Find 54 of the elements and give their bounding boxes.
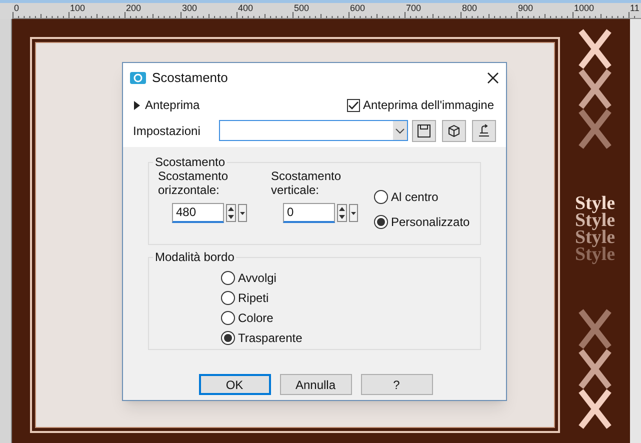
radio-button[interactable] <box>221 311 235 325</box>
radio-label: Personalizzato <box>391 214 470 230</box>
radio-button[interactable] <box>221 271 235 285</box>
ruler-label: 900 <box>518 3 534 13</box>
style-text: Style <box>574 195 616 212</box>
radio-button[interactable] <box>374 190 388 204</box>
triangle-icon <box>134 100 140 110</box>
reset-icon[interactable] <box>472 120 496 142</box>
checkbox[interactable] <box>346 98 360 112</box>
dialog-button[interactable]: Annulla <box>280 374 352 395</box>
group-title: Modalità bordo <box>153 250 236 264</box>
style-text: Style <box>574 246 616 263</box>
scrollbar[interactable] <box>630 19 641 443</box>
group-title: Scostamento <box>153 155 228 169</box>
style-text: Style <box>574 212 616 229</box>
chevron-down-icon[interactable] <box>393 121 407 140</box>
ruler-label: 100 <box>70 3 86 13</box>
window-title: Scostamento <box>152 69 229 88</box>
number-field[interactable]: 480 <box>172 203 224 223</box>
radio-button[interactable] <box>221 331 235 345</box>
dialog-button[interactable]: ? <box>360 374 432 395</box>
ruler-label: 1000 <box>574 3 594 13</box>
ruler-label: 700 <box>406 3 422 13</box>
ruler-label: 0 <box>14 3 20 13</box>
checkbox-label: Anteprima dell'immagine <box>362 97 494 114</box>
ruler-label: 11 <box>630 3 640 13</box>
radio-label: Ripeti <box>238 290 269 306</box>
radio-button[interactable] <box>221 291 235 305</box>
dropdown-caret-icon[interactable] <box>238 204 247 222</box>
dialog-button[interactable]: OK <box>198 374 270 395</box>
ruler-label: 200 <box>126 3 142 13</box>
radio-label: Colore <box>238 310 274 326</box>
spin-arrows-icon[interactable] <box>226 204 236 222</box>
radio-button[interactable] <box>374 215 388 229</box>
preview-toggle[interactable]: Anteprima <box>134 96 347 114</box>
dice-icon[interactable] <box>442 120 466 142</box>
ruler-label: 400 <box>238 3 254 13</box>
ruler-label: 300 <box>182 3 198 13</box>
ruler-label: 500 <box>294 3 310 13</box>
radio-label: Trasparente <box>238 330 302 346</box>
style-text: Style <box>574 229 616 246</box>
spin-arrows-icon[interactable] <box>337 204 347 222</box>
app-icon <box>130 71 146 85</box>
field-label: Scostamento verticale: <box>271 169 342 197</box>
dropdown-caret-icon[interactable] <box>349 204 358 222</box>
save-icon[interactable] <box>412 120 436 142</box>
radio-label: Avvolgi <box>238 270 276 286</box>
close-icon[interactable] <box>487 72 499 84</box>
field-label: Scostamento orizzontale: <box>158 169 230 197</box>
ruler-label: 800 <box>462 3 478 13</box>
radio-label: Al centro <box>391 189 438 205</box>
number-field[interactable]: 0 <box>283 203 335 223</box>
settings-label: Impostazioni <box>133 122 202 140</box>
ruler-label: 600 <box>350 3 366 13</box>
